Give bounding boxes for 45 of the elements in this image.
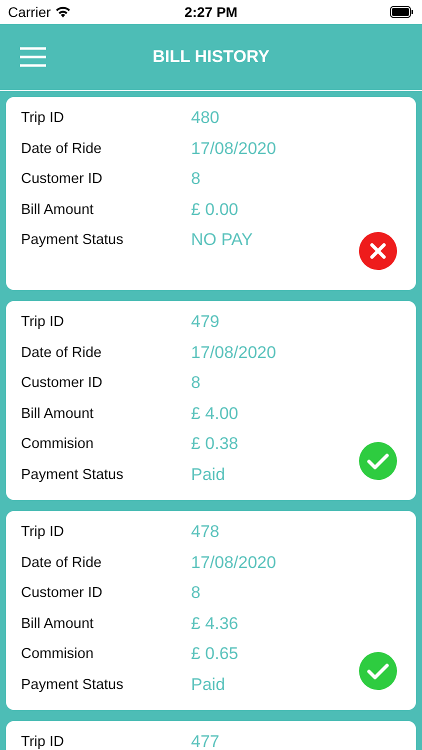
check-icon xyxy=(359,652,397,690)
field-label: Date of Ride xyxy=(21,344,103,361)
field-label: Payment Status xyxy=(21,466,124,483)
field-value: 478 xyxy=(191,522,220,542)
field-value: 8 xyxy=(191,583,200,604)
field-label: Trip ID xyxy=(21,524,65,540)
field-label: Payment Status xyxy=(21,676,124,693)
field-label: Trip ID xyxy=(21,314,65,330)
field-label: Customer ID xyxy=(21,171,104,188)
field-value: Paid xyxy=(191,674,226,695)
field-value: 8 xyxy=(191,169,200,190)
field-value: 17/08/2020 xyxy=(191,552,276,573)
field-value: 480 xyxy=(191,108,220,128)
close-icon xyxy=(359,232,397,270)
field-label: Bill Amount xyxy=(21,202,95,218)
field-label: Commision xyxy=(21,646,95,662)
field-label: Bill Amount xyxy=(21,406,95,422)
field-value: Paid xyxy=(191,464,226,485)
field-label: Trip ID xyxy=(21,734,65,750)
field-value: 477 xyxy=(191,732,220,750)
field-label: Payment Status xyxy=(21,232,124,248)
field-label: Trip ID xyxy=(21,110,65,126)
field-value: £ 4.36 xyxy=(191,614,238,634)
check-icon xyxy=(359,442,397,480)
field-value: 17/08/2020 xyxy=(191,342,276,363)
carrier-label: Carrier xyxy=(8,4,51,20)
field-value: 8 xyxy=(191,373,200,394)
status-time: 2:27 PM xyxy=(184,4,238,20)
wifi-icon xyxy=(54,6,71,18)
field-label: Customer ID xyxy=(21,375,104,392)
menu-icon[interactable] xyxy=(20,47,46,67)
page-title: BILL HISTORY xyxy=(152,47,270,67)
field-value: 479 xyxy=(191,312,220,332)
field-value: £ 0.65 xyxy=(191,644,238,664)
field-label: Commision xyxy=(21,436,95,452)
field-value: 17/08/2020 xyxy=(191,138,276,159)
field-label: Date of Ride xyxy=(21,554,103,571)
battery-icon xyxy=(390,6,414,18)
field-label: Date of Ride xyxy=(21,140,103,157)
field-value: £ 4.00 xyxy=(191,404,238,424)
field-label: Customer ID xyxy=(21,585,104,602)
field-value: £ 0.00 xyxy=(191,200,238,220)
field-value: NO PAY xyxy=(191,230,253,250)
field-label: Bill Amount xyxy=(21,616,95,632)
field-value: £ 0.38 xyxy=(191,434,238,454)
